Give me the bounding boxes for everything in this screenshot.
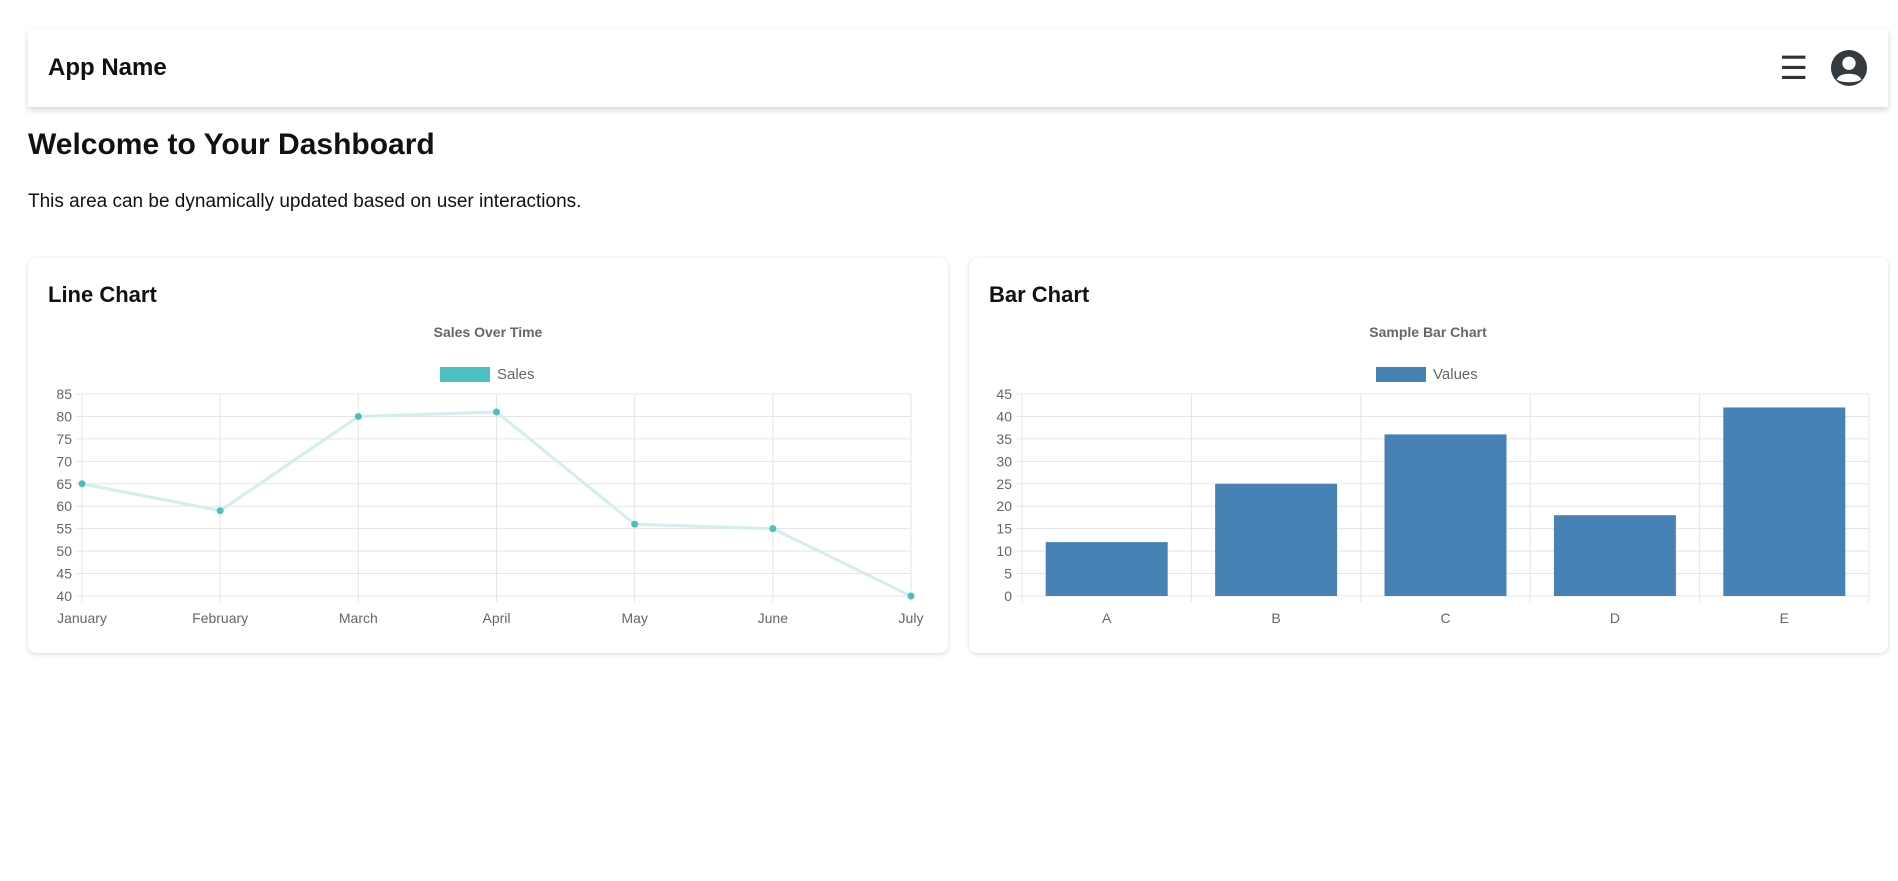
value-bar[interactable] — [1215, 483, 1338, 596]
line-y-tick: 70 — [56, 453, 72, 469]
line-x-tick: June — [758, 610, 789, 626]
bar-chart-x-ticks: A B C D E — [1102, 610, 1789, 626]
line-chart-y-ticks: 40 45 50 55 60 65 70 75 80 85 — [56, 386, 72, 604]
sales-point[interactable] — [631, 520, 639, 528]
value-bar[interactable] — [1553, 515, 1676, 596]
navbar-actions: ☰ — [1779, 49, 1868, 87]
app-brand[interactable]: App Name — [48, 54, 167, 82]
bar-x-tick: C — [1440, 610, 1450, 626]
bar-x-tick: E — [1780, 610, 1789, 626]
bar-y-tick: 0 — [1004, 588, 1012, 604]
bar-legend-swatch[interactable] — [1376, 367, 1426, 382]
value-bar[interactable] — [1384, 434, 1507, 596]
bar-legend-label[interactable]: Values — [1433, 366, 1478, 383]
page-title: Welcome to Your Dashboard — [28, 128, 435, 161]
page-description: This area can be dynamically updated bas… — [28, 191, 582, 212]
user-avatar-icon[interactable] — [1830, 49, 1868, 87]
line-y-tick: 80 — [56, 408, 72, 424]
line-x-tick: April — [482, 610, 510, 626]
line-y-tick: 45 — [56, 566, 72, 582]
bar-chart-title: Sample Bar Chart — [1369, 324, 1487, 340]
sales-point[interactable] — [78, 480, 86, 488]
line-x-tick: May — [621, 610, 647, 626]
bar-chart-card: Bar Chart Sample Bar Chart Values 0 5 10 15… — [969, 258, 1888, 653]
line-y-tick: 50 — [56, 543, 72, 559]
sales-point[interactable] — [907, 592, 915, 600]
sales-point[interactable] — [493, 408, 500, 416]
line-y-tick: 65 — [56, 476, 72, 492]
line-legend-swatch[interactable] — [440, 367, 490, 382]
bar-x-tick: A — [1102, 610, 1112, 626]
value-bar[interactable] — [1045, 542, 1168, 596]
line-y-tick: 60 — [56, 498, 72, 514]
bar-y-tick: 20 — [996, 498, 1012, 514]
value-bar[interactable] — [1723, 407, 1846, 596]
line-x-tick: March — [339, 610, 378, 626]
bar-x-tick: B — [1271, 610, 1280, 626]
bar-y-tick: 25 — [996, 476, 1012, 492]
line-x-tick: February — [192, 610, 248, 626]
line-y-tick: 40 — [56, 588, 72, 604]
bar-y-tick: 30 — [996, 453, 1012, 469]
bar-y-tick: 45 — [996, 386, 1012, 402]
line-y-tick: 85 — [56, 386, 72, 402]
bar-chart-marks — [1045, 407, 1846, 596]
bar-chart: Sample Bar Chart Values 0 5 10 15 20 25 30 35 40… — [996, 324, 1870, 626]
line-chart-title: Sales Over Time — [434, 324, 543, 340]
bar-chart-y-ticks: 0 5 10 15 20 25 30 35 40 45 — [996, 386, 1012, 604]
line-y-tick: 75 — [56, 431, 72, 447]
hamburger-menu-icon[interactable]: ☰ — [1779, 52, 1808, 84]
bar-y-tick: 10 — [996, 543, 1012, 559]
sales-point[interactable] — [354, 412, 362, 420]
line-chart-grid — [76, 393, 912, 602]
line-x-tick: July — [899, 610, 924, 626]
line-x-tick: January — [57, 610, 107, 626]
line-chart-card: Line Chart Sales Over Time Sales 40 45 50 5… — [28, 258, 948, 653]
line-y-tick: 55 — [56, 521, 72, 537]
bar-y-tick: 5 — [1004, 566, 1012, 582]
sales-point[interactable] — [216, 507, 224, 515]
bar-y-tick: 40 — [996, 408, 1012, 424]
bar-y-tick: 15 — [996, 521, 1012, 537]
line-legend-label[interactable]: Sales — [497, 366, 535, 383]
sales-point[interactable] — [769, 525, 777, 533]
line-chart: Sales Over Time Sales 40 45 50 55 60 65 70 75 80… — [56, 324, 923, 626]
bar-x-tick: D — [1610, 610, 1620, 626]
line-chart-x-ticks: January February March April May June July — [57, 610, 923, 626]
navbar: App Name ☰ — [28, 29, 1888, 107]
bar-y-tick: 35 — [996, 431, 1012, 447]
